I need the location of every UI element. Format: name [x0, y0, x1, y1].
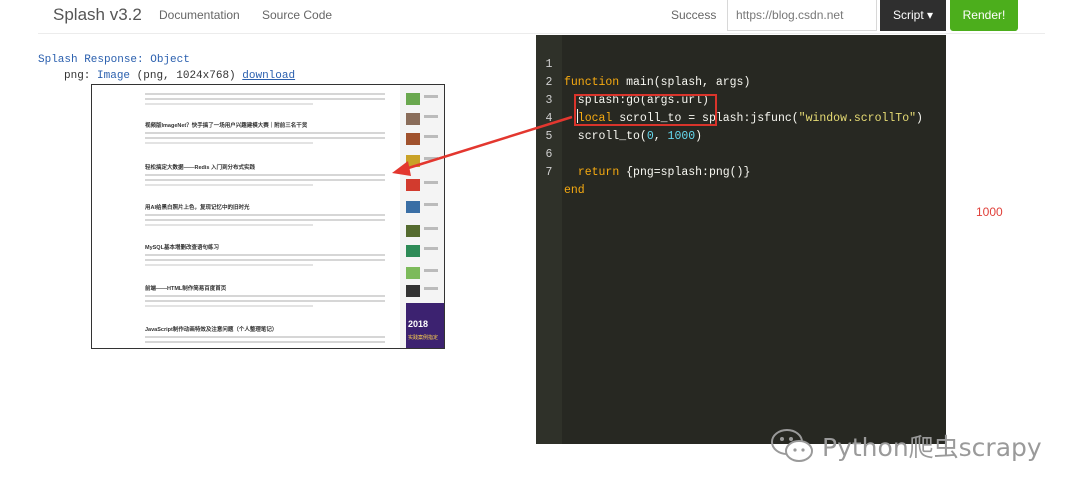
scroll-value-annotation: 1000: [976, 205, 1003, 219]
watermark: Python爬虫scrapy: [768, 425, 1042, 465]
watermark-text: Python爬虫scrapy: [822, 433, 1042, 462]
arrow-annotation: [392, 115, 573, 176]
wechat-icon: [771, 429, 813, 462]
